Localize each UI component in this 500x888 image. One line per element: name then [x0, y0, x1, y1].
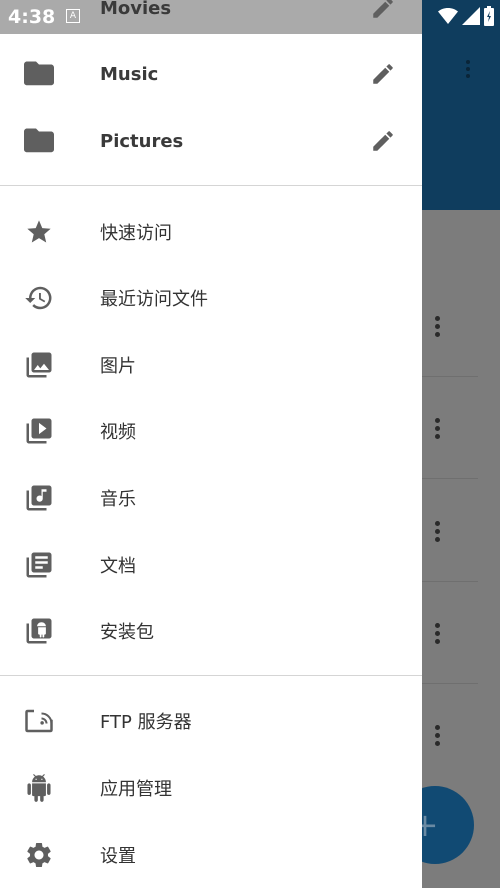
edit-icon[interactable] [368, 59, 398, 89]
apk-icon [24, 616, 54, 646]
drawer-item-label: FTP 服务器 [100, 712, 192, 733]
drawer-item-quick-access[interactable]: 快速访问 [0, 199, 422, 265]
drawer-item-videos[interactable]: 视频 [0, 398, 422, 464]
more-icon [435, 583, 440, 683]
drawer-item-label: 应用管理 [100, 779, 172, 800]
more-icon [435, 378, 440, 478]
status-icons [438, 6, 494, 26]
android-icon [24, 773, 54, 803]
music-icon [24, 483, 54, 513]
drawer-divider [0, 185, 422, 186]
navigation-drawer: Movies Music Pictures 快速访问 最近访问文件 图片 视频 … [0, 0, 422, 888]
images-icon [24, 350, 54, 380]
wifi-icon [438, 8, 458, 24]
status-bar: 4:38 A [0, 0, 500, 34]
drawer-item-app-manager[interactable]: 应用管理 [0, 755, 422, 821]
drawer-item-music-folder[interactable]: Music [0, 41, 422, 107]
drawer-item-settings[interactable]: 设置 [0, 822, 422, 888]
gear-icon [24, 840, 54, 870]
more-icon [435, 685, 440, 786]
drawer-item-label: 安装包 [100, 622, 154, 643]
edit-icon[interactable] [368, 126, 398, 156]
folder-icon [24, 126, 54, 156]
drawer-item-ftp-server[interactable]: FTP 服务器 [0, 688, 422, 754]
notification-icon: A [66, 9, 80, 23]
drawer-item-images[interactable]: 图片 [0, 332, 422, 398]
more-icon [435, 276, 440, 376]
drawer-item-label: Music [100, 63, 159, 85]
star-icon [24, 217, 54, 247]
folder-icon [24, 59, 54, 89]
drawer-item-label: 音乐 [100, 489, 136, 510]
ftp-icon [24, 706, 54, 736]
video-icon [24, 416, 54, 446]
drawer-item-pictures-folder[interactable]: Pictures [0, 108, 422, 174]
document-icon [24, 550, 54, 580]
drawer-item-music[interactable]: 音乐 [0, 465, 422, 531]
drawer-item-apk[interactable]: 安装包 [0, 598, 422, 664]
drawer-divider [0, 675, 422, 676]
history-icon [24, 283, 54, 313]
drawer-item-label: 图片 [100, 356, 136, 377]
drawer-item-label: 设置 [100, 846, 136, 867]
drawer-item-label: 快速访问 [100, 223, 172, 244]
drawer-item-label: Pictures [100, 130, 184, 152]
drawer-item-documents[interactable]: 文档 [0, 532, 422, 598]
drawer-item-label: 文档 [100, 556, 136, 577]
overflow-menu-icon [466, 60, 470, 78]
drawer-item-label: 视频 [100, 422, 136, 443]
signal-icon [462, 7, 480, 25]
drawer-item-recent[interactable]: 最近访问文件 [0, 265, 422, 331]
status-time: 4:38 [8, 6, 56, 28]
battery-icon [484, 6, 494, 26]
more-icon [435, 481, 440, 581]
drawer-item-label: 最近访问文件 [100, 289, 208, 310]
